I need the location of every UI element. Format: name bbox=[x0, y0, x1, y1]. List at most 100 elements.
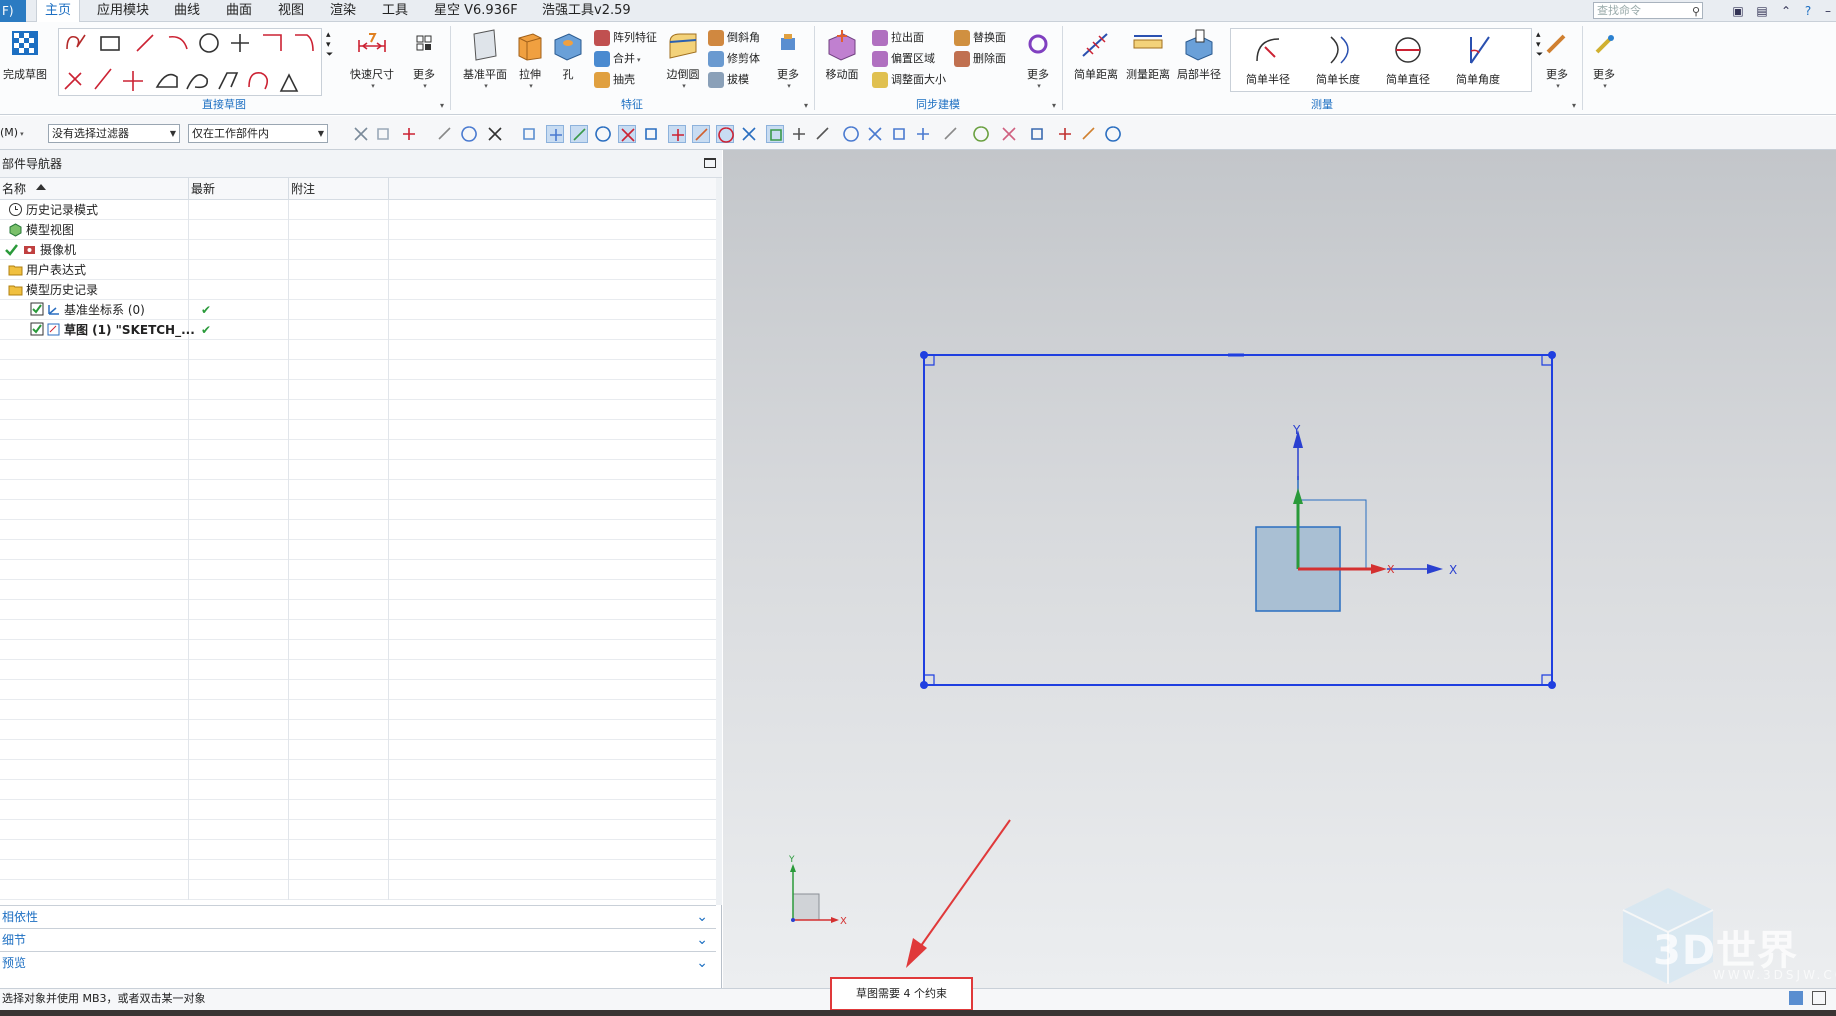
help-icon[interactable]: ? bbox=[1800, 3, 1816, 19]
preview-section[interactable]: 预览 ⌄ bbox=[0, 951, 716, 973]
offset-region-button[interactable]: 偏置区域 bbox=[872, 49, 935, 69]
command-search-input[interactable]: 查找命令 ⚲ bbox=[1593, 2, 1703, 19]
existing-point-icon[interactable] bbox=[740, 125, 758, 143]
sync-more-button[interactable]: 更多 ▾ bbox=[1020, 28, 1056, 90]
maximize-icon[interactable] bbox=[704, 158, 716, 168]
tab-home[interactable]: 主页 bbox=[36, 0, 81, 23]
point-on-curve-icon[interactable] bbox=[766, 125, 784, 143]
material-icon[interactable] bbox=[972, 125, 990, 143]
tab-view[interactable]: 视图 bbox=[278, 0, 304, 22]
status-view-icon[interactable] bbox=[1788, 991, 1803, 1005]
section-view-icon[interactable] bbox=[1000, 125, 1018, 143]
tab-render[interactable]: 渲染 bbox=[330, 0, 356, 22]
feature-selection-icon[interactable] bbox=[374, 125, 392, 143]
gallery-scroll-up-icon[interactable]: ▴ ▾ ⏷ bbox=[326, 30, 333, 60]
checkbox-checked-icon[interactable] bbox=[30, 302, 45, 317]
sketch-rectangle[interactable] bbox=[920, 351, 1556, 689]
intersection-icon[interactable] bbox=[668, 125, 686, 143]
finish-sketch-button[interactable]: 完成草图 bbox=[2, 28, 48, 82]
simple-diameter-button[interactable]: 简单直径 bbox=[1377, 33, 1439, 87]
zoom-icon[interactable] bbox=[866, 125, 884, 143]
tab-xingkong-plugin[interactable]: 星空 V6.936F bbox=[434, 0, 518, 22]
hole-button[interactable]: 孔 bbox=[550, 28, 586, 82]
table-row[interactable]: 用户表达式 bbox=[0, 260, 716, 280]
snap-point-icon[interactable] bbox=[570, 125, 588, 143]
select-filter-icon[interactable] bbox=[460, 125, 478, 143]
table-row[interactable]: 模型视图 bbox=[0, 220, 716, 240]
datum-plane-button[interactable]: 基准平面 ▾ bbox=[460, 28, 510, 90]
mid-point-icon[interactable] bbox=[618, 125, 636, 143]
end-point-icon[interactable] bbox=[594, 125, 612, 143]
table-row[interactable]: 摄像机 bbox=[0, 240, 716, 260]
delete-face-button[interactable]: 删除面 bbox=[954, 49, 1006, 69]
measure-more-button[interactable]: 更多 ▾ bbox=[1538, 28, 1576, 90]
minimize-icon[interactable]: – bbox=[1820, 3, 1836, 19]
group-launcher-icon[interactable]: ▾ bbox=[1572, 101, 1576, 110]
dependencies-section[interactable]: 相依性 ⌄ bbox=[0, 905, 716, 927]
group-launcher-icon[interactable]: ▾ bbox=[1052, 101, 1056, 110]
table-row[interactable]: 历史记录模式 bbox=[0, 200, 716, 220]
quick-dimension-button[interactable]: 快速尺寸 ▾ bbox=[346, 28, 398, 90]
shell-button[interactable]: 抽壳 bbox=[594, 70, 635, 90]
control-point-icon[interactable] bbox=[642, 125, 660, 143]
table-row[interactable]: 草图 (1) "SKETCH_... ✔ bbox=[0, 320, 716, 340]
extrude-button[interactable]: 拉伸 ▾ bbox=[510, 28, 550, 90]
body-select-icon[interactable] bbox=[520, 125, 538, 143]
sketch-more-button[interactable]: 更多 ▾ bbox=[406, 28, 442, 90]
tab-tools[interactable]: 工具 bbox=[382, 0, 408, 22]
trim-body-button[interactable]: 修剪体 bbox=[708, 49, 760, 69]
group-launcher-icon[interactable]: ▾ bbox=[440, 101, 444, 110]
render-style-icon[interactable] bbox=[914, 125, 932, 143]
display-icon[interactable] bbox=[1080, 125, 1098, 143]
simple-angle-button[interactable]: 简单角度 bbox=[1447, 33, 1509, 87]
navigator-scrollbar[interactable] bbox=[716, 178, 722, 905]
move-face-button[interactable]: 移动面 bbox=[820, 28, 864, 82]
checkbox-checked-icon[interactable] bbox=[30, 322, 45, 337]
pull-face-button[interactable]: 拉出面 bbox=[872, 28, 924, 48]
select-remove-icon[interactable] bbox=[436, 125, 454, 143]
measure-distance-button[interactable]: 测量距离 bbox=[1124, 28, 1172, 82]
group-launcher-icon[interactable]: ▾ bbox=[804, 101, 808, 110]
fit-view-icon[interactable] bbox=[842, 125, 860, 143]
rotate-icon[interactable] bbox=[890, 125, 908, 143]
snap-view-icon[interactable] bbox=[1028, 125, 1046, 143]
menu-button[interactable]: (M) ▾ bbox=[0, 123, 24, 143]
pattern-feature-button[interactable]: 阵列特征 bbox=[594, 28, 657, 48]
grid-icon[interactable] bbox=[1104, 125, 1122, 143]
general-selection-icon[interactable] bbox=[352, 125, 370, 143]
datum-csys[interactable]: X bbox=[1255, 430, 1443, 612]
window-panel-icon[interactable]: ▣ bbox=[1730, 3, 1746, 19]
tab-haoqiang-plugin[interactable]: 浩强工具v2.59 bbox=[542, 0, 631, 22]
simple-distance-button[interactable]: 简单距离 bbox=[1072, 28, 1120, 82]
table-row[interactable]: 基准坐标系 (0) ✔ bbox=[0, 300, 716, 320]
tab-curve[interactable]: 曲线 bbox=[174, 0, 200, 22]
extra-more-button[interactable]: 更多 ▾ bbox=[1584, 28, 1624, 90]
collapse-ribbon-icon[interactable]: ⌃ bbox=[1778, 3, 1794, 19]
type-filter-select[interactable]: 没有选择过滤器 ▼ bbox=[48, 124, 180, 143]
status-settings-icon[interactable] bbox=[1812, 991, 1826, 1005]
column-name[interactable]: 名称 bbox=[0, 178, 189, 200]
tab-surface[interactable]: 曲面 bbox=[226, 0, 252, 22]
graphics-window[interactable]: X Y X Y X 3D世界 WWW.3DSJW.C bbox=[723, 150, 1836, 1016]
bounded-grid-icon[interactable] bbox=[814, 125, 832, 143]
replace-face-button[interactable]: 替换面 bbox=[954, 28, 1006, 48]
unite-button[interactable]: 合并 ▾ bbox=[594, 49, 641, 69]
selection-scope-select[interactable]: 仅在工作部件内 ▼ bbox=[188, 124, 328, 143]
arc-center-icon[interactable] bbox=[692, 125, 710, 143]
column-latest[interactable]: 最新 bbox=[189, 178, 289, 200]
feature-more-button[interactable]: 更多 ▾ bbox=[770, 28, 806, 90]
shading-icon[interactable] bbox=[942, 125, 960, 143]
column-notes[interactable]: 附注 bbox=[289, 178, 389, 200]
chamfer-button[interactable]: 倒斜角 bbox=[708, 28, 760, 48]
select-add-icon[interactable] bbox=[400, 125, 418, 143]
rectangle-select-icon[interactable] bbox=[486, 125, 504, 143]
quadrant-icon[interactable] bbox=[716, 125, 734, 143]
local-radius-button[interactable]: 局部半径 bbox=[1174, 28, 1224, 82]
simple-length-button[interactable]: 简单长度 bbox=[1307, 33, 1369, 87]
draft-button[interactable]: 拔模 bbox=[708, 70, 749, 90]
tab-applications[interactable]: 应用模块 bbox=[97, 0, 149, 22]
window-list-icon[interactable]: ▤ bbox=[1754, 3, 1770, 19]
point-on-face-icon[interactable] bbox=[790, 125, 808, 143]
layer-icon[interactable] bbox=[1056, 125, 1074, 143]
simple-radius-button[interactable]: 简单半径 bbox=[1237, 33, 1299, 87]
